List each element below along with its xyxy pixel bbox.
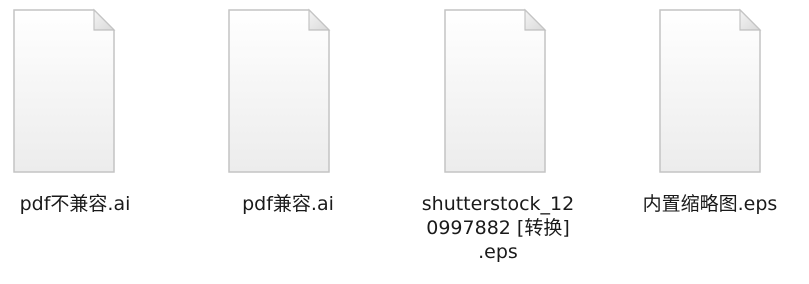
- file-item[interactable]: pdf不兼容.ai: [0, 0, 178, 284]
- generic-document-icon: [10, 6, 118, 176]
- file-item[interactable]: 内置缩略图.eps: [612, 0, 809, 284]
- file-name: pdf兼容.ai: [242, 193, 334, 215]
- file-name-line: .eps: [478, 241, 518, 263]
- generic-document-icon: [441, 6, 549, 176]
- generic-document-icon: [225, 6, 333, 176]
- file-grid: pdf不兼容.ai pdf兼容.ai shutterstock_12 09978…: [0, 0, 809, 284]
- file-name: shutterstock_12 0997882 [转换] .eps: [408, 192, 588, 264]
- file-name: pdf不兼容.ai: [19, 193, 131, 215]
- file-item[interactable]: shutterstock_12 0997882 [转换] .eps: [408, 0, 608, 284]
- generic-document-icon: [656, 6, 764, 176]
- file-name: 内置缩略图.eps: [642, 193, 778, 215]
- file-name-line: shutterstock_12: [421, 193, 575, 215]
- file-name-line: 0997882 [转换]: [426, 217, 570, 239]
- file-item[interactable]: pdf兼容.ai: [194, 0, 394, 284]
